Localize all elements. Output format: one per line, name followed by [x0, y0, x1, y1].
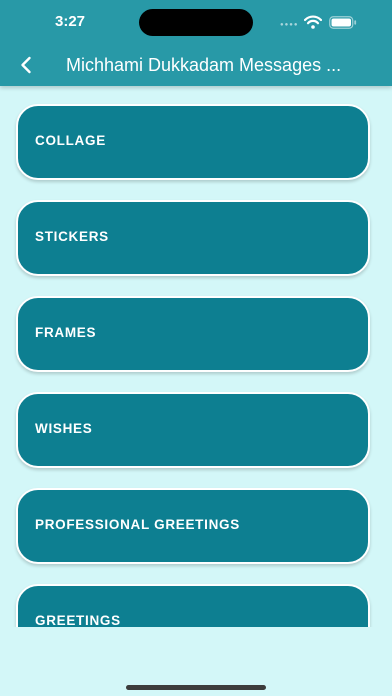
collage-button[interactable]: COLLAGE	[16, 104, 370, 180]
back-button[interactable]	[10, 49, 42, 81]
menu-item-label: GREETINGS	[35, 613, 121, 627]
professional-greetings-button[interactable]: PROFESSIONAL GREETINGS	[16, 488, 370, 564]
wishes-button[interactable]: WISHES	[16, 392, 370, 468]
menu-item-label: COLLAGE	[35, 133, 106, 148]
menu-item-label: WISHES	[35, 421, 93, 436]
menu-item-label: FRAMES	[35, 325, 97, 340]
status-icons: ●●●●	[276, 15, 360, 31]
page-title: Michhami Dukkadam Messages ...	[66, 55, 342, 75]
menu-list[interactable]: COLLAGE STICKERS FRAMES WISHES PROFESSIO…	[0, 86, 392, 627]
cellular-signal-icon: ●●●●	[280, 22, 299, 28]
menu-item-label: STICKERS	[35, 229, 109, 244]
chevron-left-icon	[21, 56, 31, 74]
top-bar: 3:27 ●●●● Michhami Dukkadam Messages ...	[0, 0, 392, 86]
status-time: 3:27	[55, 13, 86, 30]
home-indicator[interactable]	[126, 685, 266, 690]
battery-icon	[329, 16, 357, 29]
app-bar: Michhami Dukkadam Messages ...	[0, 44, 392, 86]
stickers-button[interactable]: STICKERS	[16, 200, 370, 276]
frames-button[interactable]: FRAMES	[16, 296, 370, 372]
status-bar: 3:27 ●●●●	[0, 0, 392, 44]
greetings-button[interactable]: GREETINGS	[16, 584, 370, 627]
wifi-icon	[304, 15, 322, 29]
dynamic-island	[139, 9, 253, 36]
menu-item-label: PROFESSIONAL GREETINGS	[35, 517, 240, 532]
